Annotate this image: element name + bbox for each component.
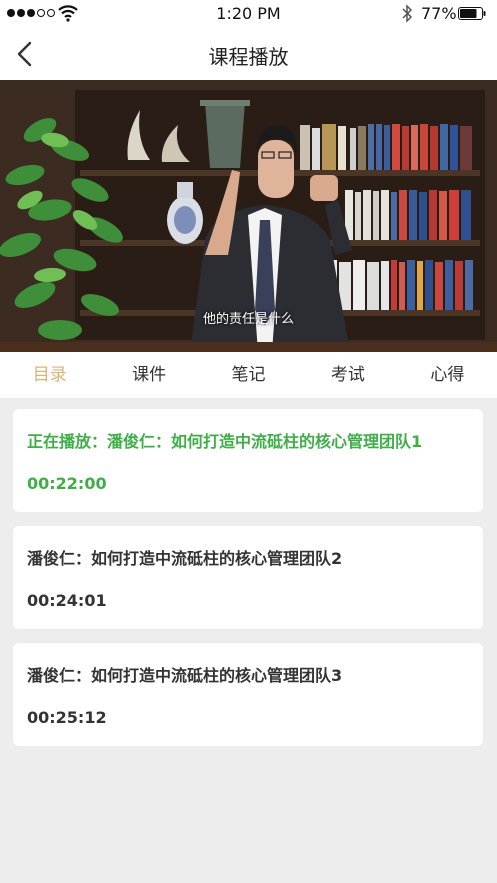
navigation-bar: 课程播放 (0, 28, 497, 80)
lesson-item[interactable]: 潘俊仁：如何打造中流砥柱的核心管理团队2 00:24:01 (13, 526, 483, 629)
bluetooth-icon (402, 4, 413, 23)
battery-percentage: 77% (421, 4, 457, 23)
tab-exam[interactable]: 考试 (298, 352, 397, 398)
lesson-item[interactable]: 潘俊仁：如何打造中流砥柱的核心管理团队3 00:25:12 (13, 643, 483, 746)
lesson-duration: 00:24:01 (27, 591, 107, 610)
lesson-duration: 00:22:00 (27, 474, 107, 493)
page-title: 课程播放 (208, 45, 289, 69)
tab-courseware[interactable]: 课件 (99, 352, 198, 398)
lesson-title: 潘俊仁：如何打造中流砥柱的核心管理团队2 (27, 549, 343, 568)
video-subtitle: 他的责任是什么 (202, 312, 294, 327)
lesson-item-now-playing[interactable]: 正在播放：潘俊仁：如何打造中流砥柱的核心管理团队1 00:22:00 (13, 409, 483, 512)
tab-bar: 目录 课件 笔记 考试 心得 (0, 352, 497, 398)
lesson-title: 正在播放：潘俊仁：如何打造中流砥柱的核心管理团队1 (27, 432, 423, 451)
lesson-title: 潘俊仁：如何打造中流砥柱的核心管理团队3 (27, 666, 343, 685)
tab-catalog[interactable]: 目录 (0, 352, 99, 398)
lesson-list: 正在播放：潘俊仁：如何打造中流砥柱的核心管理团队1 00:22:00 潘俊仁：如… (13, 409, 483, 760)
video-player[interactable]: 他的责任是什么 (0, 80, 497, 352)
tab-notes[interactable]: 笔记 (199, 352, 298, 398)
lesson-duration: 00:25:12 (27, 708, 107, 727)
status-bar: 1:20 PM 77% (0, 0, 497, 28)
tab-reflections[interactable]: 心得 (398, 352, 497, 398)
battery-icon (458, 7, 486, 20)
